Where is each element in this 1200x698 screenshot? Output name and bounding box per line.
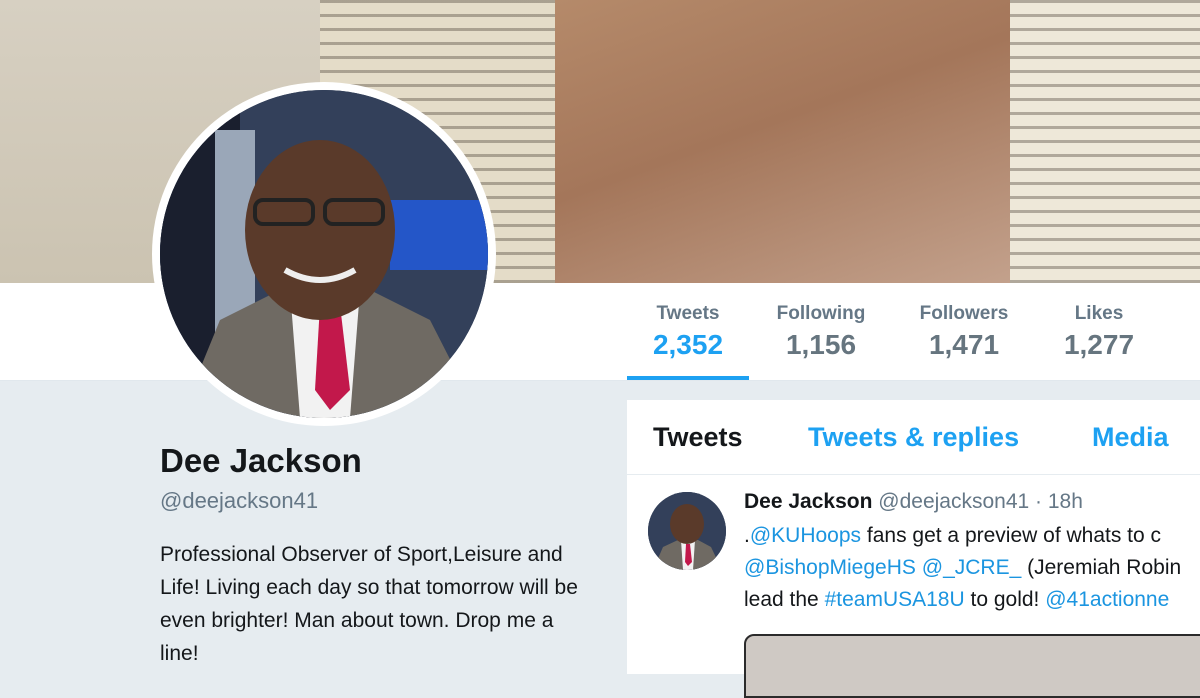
hashtag-teamusa18u[interactable]: #teamUSA18U <box>825 588 965 611</box>
tweet-line-1: .@KUHoops fans get a preview of whats to… <box>744 520 1200 552</box>
mention-jcre[interactable]: @_JCRE_ <box>922 556 1022 579</box>
stat-following[interactable]: Following 1,156 <box>760 283 882 380</box>
mention-bishopmiegehs[interactable]: @BishopMiegeHS <box>744 556 916 579</box>
stat-likes-label: Likes <box>1074 303 1124 324</box>
tweet-text: .@KUHoops fans get a preview of whats to… <box>744 520 1200 616</box>
stat-likes-count: 1,277 <box>1063 329 1135 360</box>
tweet-line-2: @BishopMiegeHS @_JCRE_ (Jeremiah Robin <box>744 552 1200 584</box>
tweet-separator: · <box>1035 490 1043 513</box>
stat-followers-label: Followers <box>919 303 1009 324</box>
tweet-line-3: lead the #teamUSA18U to gold! @41actionn… <box>744 584 1200 616</box>
tweet-media-preview[interactable] <box>744 634 1200 698</box>
tweet-timestamp[interactable]: 18h <box>1048 490 1083 513</box>
tweet-text-segment: (Jeremiah Robin <box>1021 556 1182 579</box>
banner-newspaper-column-right <box>1010 0 1200 283</box>
stat-followers-count: 1,471 <box>928 329 1000 360</box>
mention-41actionnews[interactable]: @41actionne <box>1045 588 1169 611</box>
tab-tweets-and-replies[interactable]: Tweets & replies <box>808 422 1019 453</box>
profile-handle[interactable]: @deejackson41 <box>160 488 318 514</box>
stat-following-count: 1,156 <box>785 329 857 360</box>
tab-tweets[interactable]: Tweets <box>653 422 743 453</box>
stat-tweets[interactable]: Tweets 2,352 <box>627 283 749 380</box>
stat-followers[interactable]: Followers 1,471 <box>903 283 1025 380</box>
avatar-portrait <box>160 90 488 418</box>
tweet-header: Dee Jackson @deejackson41 · 18h <box>744 490 1083 514</box>
profile-bio: Professional Observer of Sport,Leisure a… <box>160 543 578 665</box>
profile-name[interactable]: Dee Jackson <box>160 442 362 480</box>
banner-baseball-photo <box>555 0 1200 283</box>
tweet-text-segment: lead the <box>744 588 825 611</box>
stat-likes[interactable]: Likes 1,277 <box>1040 283 1158 380</box>
tweet-text-segment: to gold! <box>964 588 1046 611</box>
avatar-photo <box>160 90 488 418</box>
tweet-avatar[interactable] <box>648 492 726 570</box>
banner-text-lines-right <box>1010 0 1200 283</box>
mention-kuhoops[interactable]: @KUHoops <box>750 524 861 547</box>
profile-avatar[interactable] <box>152 82 496 426</box>
stat-tweets-label: Tweets <box>656 303 720 324</box>
tweet-text-segment: fans get a preview of whats to c <box>861 524 1162 547</box>
tab-media[interactable]: Media <box>1092 422 1169 453</box>
tweet-author-name[interactable]: Dee Jackson <box>744 490 872 513</box>
tweet-author-handle[interactable]: @deejackson41 <box>878 490 1029 513</box>
stat-tweets-count: 2,352 <box>652 329 724 360</box>
stat-following-label: Following <box>776 303 866 324</box>
tweet-avatar-portrait <box>648 492 726 570</box>
timeline-tabs: Tweets Tweets & replies Media <box>627 400 1200 475</box>
